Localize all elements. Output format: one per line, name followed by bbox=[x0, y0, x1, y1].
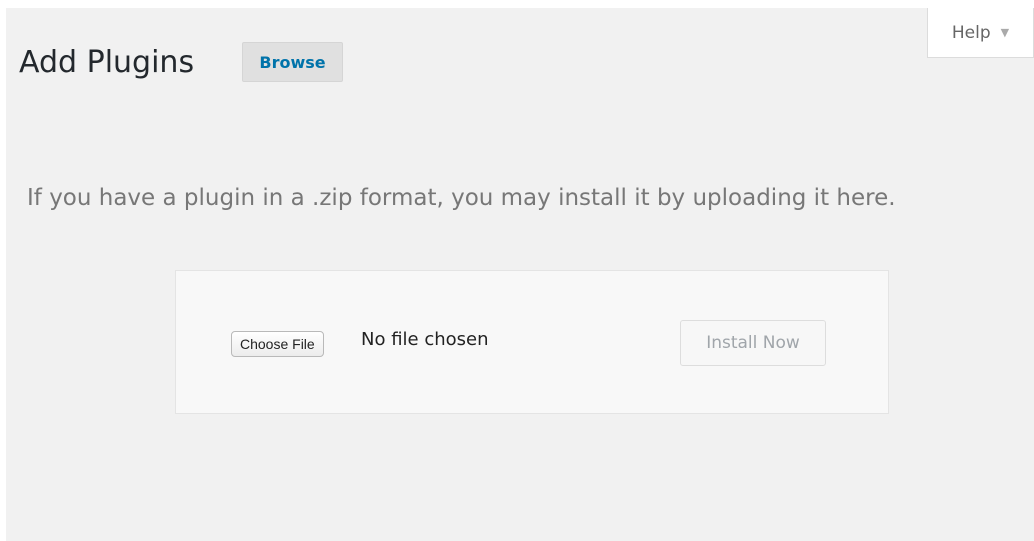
caret-down-icon: ▼ bbox=[1000, 26, 1010, 39]
upload-instructions: If you have a plugin in a .zip format, y… bbox=[27, 185, 896, 211]
choose-file-button[interactable]: Choose File bbox=[231, 331, 324, 357]
help-tab-label: Help bbox=[951, 22, 991, 43]
file-status-text: No file chosen bbox=[361, 329, 489, 350]
page-title: Add Plugins bbox=[19, 45, 195, 80]
help-tab[interactable]: Help ▼ bbox=[927, 8, 1034, 58]
upload-form: Choose File No file chosen Install Now bbox=[175, 270, 889, 414]
browse-button[interactable]: Browse bbox=[242, 42, 343, 82]
install-now-button[interactable]: Install Now bbox=[680, 320, 826, 366]
admin-content-area: Help ▼ Add Plugins Browse If you have a … bbox=[6, 8, 1034, 541]
